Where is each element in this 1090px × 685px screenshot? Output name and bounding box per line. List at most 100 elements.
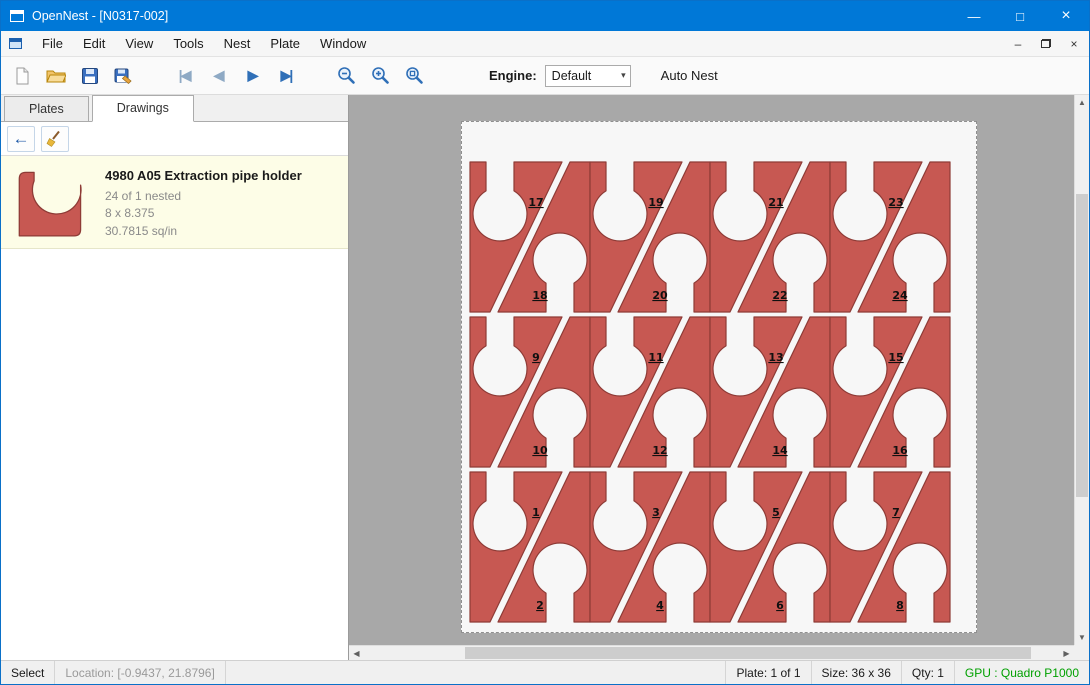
part-number: 8 bbox=[896, 599, 904, 612]
nest-pair[interactable]: 78 bbox=[830, 472, 950, 622]
nest-pair[interactable]: 1516 bbox=[830, 317, 950, 467]
title-bar: OpenNest - [N0317-002] — □ × bbox=[1, 1, 1089, 31]
save-button[interactable] bbox=[75, 61, 105, 91]
last-icon: ▶| bbox=[281, 67, 292, 84]
broom-icon bbox=[46, 130, 64, 148]
part-number: 14 bbox=[772, 444, 788, 457]
drawing-list-empty-area bbox=[1, 249, 348, 660]
first-plate-button[interactable]: |◀ bbox=[169, 61, 199, 91]
save-as-button[interactable] bbox=[109, 61, 139, 91]
status-qty: Qty: 1 bbox=[901, 661, 954, 684]
vertical-scrollbar[interactable]: ▲ ▼ bbox=[1074, 95, 1089, 645]
zoom-in-icon bbox=[371, 66, 390, 85]
part-number: 1 bbox=[532, 506, 540, 519]
nest-pair[interactable]: 9 10 bbox=[470, 317, 590, 467]
menu-window[interactable]: Window bbox=[310, 32, 376, 55]
part-number: 22 bbox=[772, 289, 787, 302]
open-button[interactable] bbox=[41, 61, 71, 91]
part-number: 7 bbox=[892, 506, 900, 519]
part-number: 6 bbox=[776, 599, 784, 612]
part-number: 24 bbox=[892, 289, 908, 302]
minimize-button[interactable]: — bbox=[951, 1, 997, 31]
canvas-area: 171819202122232491011121314151612345678 … bbox=[349, 95, 1089, 660]
drawing-area: 30.7815 sq/in bbox=[105, 223, 302, 240]
status-gpu: GPU : Quadro P1000 bbox=[954, 661, 1089, 684]
maximize-button[interactable]: □ bbox=[997, 1, 1043, 31]
part-number: 9 bbox=[532, 351, 540, 364]
app-window: OpenNest - [N0317-002] — □ × File Edit V… bbox=[0, 0, 1090, 685]
auto-nest-button[interactable]: Auto Nest bbox=[653, 64, 726, 87]
part-number: 10 bbox=[532, 444, 548, 457]
part-number: 23 bbox=[888, 196, 903, 209]
new-file-icon bbox=[13, 67, 31, 85]
menu-file[interactable]: File bbox=[32, 32, 73, 55]
nest-pair[interactable]: 1920 bbox=[590, 162, 710, 312]
previous-icon: ◀ bbox=[214, 67, 223, 84]
nest-pair[interactable]: 23 24 bbox=[830, 162, 950, 312]
save-icon bbox=[81, 67, 99, 85]
chevron-down-icon: ▾ bbox=[621, 66, 626, 86]
menu-view[interactable]: View bbox=[115, 32, 163, 55]
panel-tabstrip: Plates Drawings bbox=[1, 95, 348, 122]
next-plate-button[interactable]: ▶ bbox=[237, 61, 267, 91]
part-number: 16 bbox=[892, 444, 908, 457]
scrollbar-corner bbox=[1074, 645, 1089, 660]
scroll-right-icon[interactable]: ▶ bbox=[1059, 646, 1074, 660]
horizontal-scroll-thumb[interactable] bbox=[465, 647, 1031, 659]
menu-nest[interactable]: Nest bbox=[214, 32, 261, 55]
nest-svg: 171819202122232491011121314151612345678 bbox=[462, 122, 976, 632]
engine-select-value: Default bbox=[552, 69, 592, 83]
scroll-left-icon[interactable]: ◀ bbox=[349, 646, 364, 660]
part-number: 5 bbox=[772, 506, 780, 519]
drawing-dimensions: 8 x 8.375 bbox=[105, 205, 302, 222]
close-button[interactable]: × bbox=[1043, 1, 1089, 31]
last-plate-button[interactable]: ▶| bbox=[271, 61, 301, 91]
scroll-down-icon[interactable]: ▼ bbox=[1075, 630, 1089, 645]
zoom-in-button[interactable] bbox=[365, 61, 395, 91]
nest-pair[interactable]: 21 22 bbox=[710, 162, 830, 312]
status-location: Location: [-0.9437, 21.8796] bbox=[55, 661, 225, 684]
scroll-up-icon[interactable]: ▲ bbox=[1075, 95, 1089, 110]
previous-plate-button[interactable]: ◀ bbox=[203, 61, 233, 91]
engine-select[interactable]: Default ▾ bbox=[545, 65, 631, 87]
nest-canvas[interactable]: 171819202122232491011121314151612345678 bbox=[349, 95, 1074, 645]
nest-pair[interactable]: 1112 bbox=[590, 317, 710, 467]
nest-pair[interactable]: 34 bbox=[590, 472, 710, 622]
mdi-close-button[interactable]: × bbox=[1065, 35, 1083, 53]
nest-pair[interactable]: 1718 bbox=[470, 162, 590, 312]
drawing-nested-count: 24 of 1 nested bbox=[105, 188, 302, 205]
horizontal-scrollbar[interactable]: ◀ ▶ bbox=[349, 645, 1074, 660]
nest-pair[interactable]: 12 bbox=[470, 472, 590, 622]
status-mode: Select bbox=[1, 661, 55, 684]
status-bar: Select Location: [-0.9437, 21.8796] Plat… bbox=[1, 660, 1089, 684]
vertical-scroll-thumb[interactable] bbox=[1076, 194, 1088, 497]
part-number: 19 bbox=[648, 196, 663, 209]
nest-pair[interactable]: 13 14 bbox=[710, 317, 830, 467]
menu-plate[interactable]: Plate bbox=[260, 32, 310, 55]
mdi-minimize-button[interactable]: – bbox=[1009, 35, 1027, 53]
engine-label: Engine: bbox=[489, 68, 537, 83]
part-number: 17 bbox=[528, 196, 543, 209]
nest-pair[interactable]: 56 bbox=[710, 472, 830, 622]
zoom-fit-button[interactable] bbox=[399, 61, 429, 91]
part-number: 21 bbox=[768, 196, 783, 209]
tab-drawings[interactable]: Drawings bbox=[92, 95, 194, 122]
save-as-icon bbox=[114, 67, 134, 85]
menu-tools[interactable]: Tools bbox=[163, 32, 213, 55]
drawing-list-item[interactable]: 4980 A05 Extraction pipe holder 24 of 1 … bbox=[1, 156, 348, 249]
tab-plates[interactable]: Plates bbox=[4, 96, 89, 121]
menu-bar: File Edit View Tools Nest Plate Window –… bbox=[1, 31, 1089, 57]
clear-button[interactable] bbox=[41, 126, 69, 152]
document-window-icon[interactable] bbox=[9, 38, 22, 49]
return-parts-button[interactable]: ← bbox=[7, 126, 35, 152]
part-number: 13 bbox=[768, 351, 783, 364]
part-thumbnail bbox=[11, 164, 91, 240]
mdi-restore-button[interactable] bbox=[1037, 35, 1055, 53]
zoom-out-icon bbox=[337, 66, 356, 85]
part-number: 15 bbox=[888, 351, 903, 364]
new-button[interactable] bbox=[7, 61, 37, 91]
part-number: 4 bbox=[656, 599, 664, 612]
zoom-out-button[interactable] bbox=[331, 61, 361, 91]
menu-edit[interactable]: Edit bbox=[73, 32, 115, 55]
back-arrow-icon: ← bbox=[13, 130, 30, 147]
